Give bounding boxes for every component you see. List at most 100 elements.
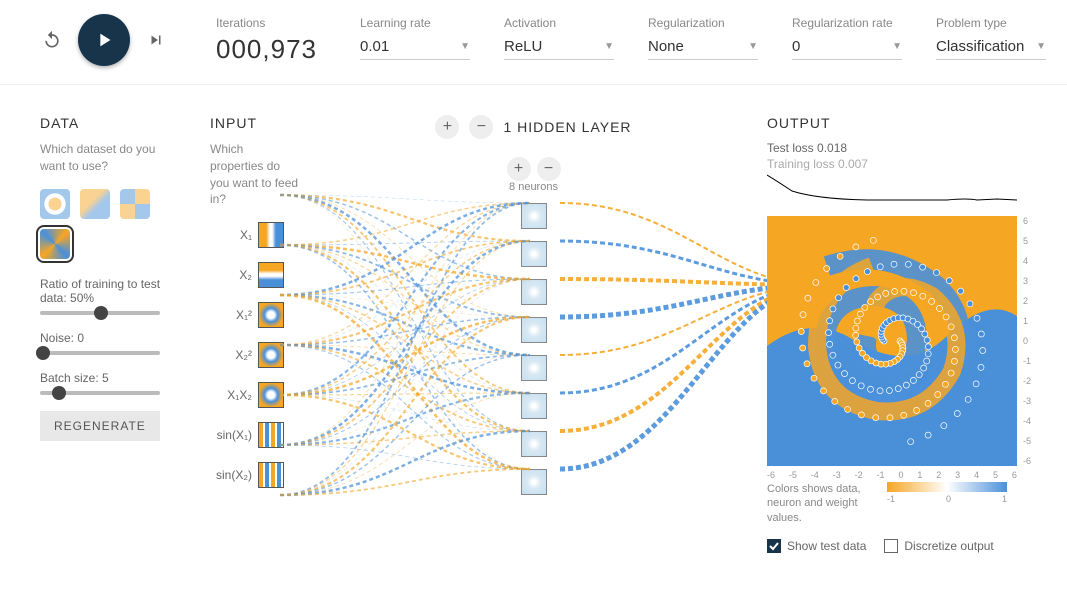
select[interactable]: ReLU▼ bbox=[504, 34, 614, 60]
tick: 3 bbox=[1023, 276, 1031, 286]
discretize-checkbox[interactable]: Discretize output bbox=[884, 539, 993, 553]
param-label: Regularization rate bbox=[792, 16, 902, 30]
reset-button[interactable] bbox=[40, 28, 64, 52]
feature-3[interactable]: X₂² bbox=[210, 342, 300, 368]
output-column: OUTPUT Test loss 0.018 Training loss 0.0… bbox=[767, 115, 1027, 553]
tick: 6 bbox=[1012, 470, 1017, 480]
neuron-6[interactable] bbox=[521, 431, 547, 457]
layers-text: 1 HIDDEN LAYER bbox=[503, 119, 631, 135]
neuron-3[interactable] bbox=[521, 317, 547, 343]
problem-type-select[interactable]: Problem type Classification▼ bbox=[936, 16, 1046, 65]
feature-1[interactable]: X₂ bbox=[210, 262, 300, 288]
add-layer-button[interactable]: + bbox=[435, 115, 459, 139]
top-controls: Iterations 000,973 Learning rate 0.01▼ A… bbox=[0, 0, 1067, 85]
x-axis-ticks: -6-5-4-3-2-10123456 bbox=[767, 470, 1017, 480]
feature-thumb bbox=[258, 262, 284, 288]
param-label: Activation bbox=[504, 16, 614, 30]
dataset-circle[interactable] bbox=[40, 189, 70, 219]
select-value: None bbox=[648, 38, 684, 55]
feature-thumb bbox=[258, 422, 284, 448]
learning-rate-select[interactable]: Learning rate 0.01▼ bbox=[360, 16, 470, 65]
gradient-bar bbox=[887, 482, 1007, 492]
neuron-1[interactable] bbox=[521, 241, 547, 267]
data-title: DATA bbox=[40, 115, 170, 131]
select[interactable]: None▼ bbox=[648, 34, 758, 60]
dataset-gauss[interactable] bbox=[80, 189, 110, 219]
neuron-0[interactable] bbox=[521, 203, 547, 229]
feature-4[interactable]: X₁X₂ bbox=[210, 382, 300, 408]
feature-6[interactable]: sin(X₂) bbox=[210, 462, 300, 488]
feature-0[interactable]: X₁ bbox=[210, 222, 300, 248]
select-value: Classification bbox=[936, 38, 1024, 55]
feature-thumb bbox=[258, 382, 284, 408]
neuron-5[interactable] bbox=[521, 393, 547, 419]
remove-neuron-button[interactable]: − bbox=[537, 157, 561, 181]
batch-slider[interactable] bbox=[40, 391, 160, 395]
feature-5[interactable]: sin(X₁) bbox=[210, 422, 300, 448]
select[interactable]: 0.01▼ bbox=[360, 34, 470, 60]
input-subtitle: Which properties do you want to feed in? bbox=[210, 141, 300, 208]
check-label: Discretize output bbox=[904, 539, 993, 553]
select[interactable]: Classification▼ bbox=[936, 34, 1046, 60]
play-icon bbox=[93, 29, 115, 51]
feature-list: X₁X₂X₁²X₂²X₁X₂sin(X₁)sin(X₂) bbox=[210, 222, 300, 488]
tick: 4 bbox=[1023, 256, 1031, 266]
tick: -3 bbox=[1023, 396, 1031, 406]
ratio-slider[interactable] bbox=[40, 311, 160, 315]
slider-thumb[interactable] bbox=[52, 386, 66, 400]
neuron-7[interactable] bbox=[521, 469, 547, 495]
feature-label: sin(X₂) bbox=[210, 468, 252, 482]
play-button[interactable] bbox=[78, 14, 130, 66]
chevron-down-icon: ▼ bbox=[892, 41, 902, 52]
tick: -1 bbox=[1023, 356, 1031, 366]
feature-2[interactable]: X₁² bbox=[210, 302, 300, 328]
training-loss: Training loss 0.007 bbox=[767, 157, 1027, 171]
slider-thumb[interactable] bbox=[94, 306, 108, 320]
tick: -4 bbox=[811, 470, 819, 480]
neurons-label: 8 neurons bbox=[340, 181, 727, 193]
remove-layer-button[interactable]: − bbox=[469, 115, 493, 139]
output-options: Show test data Discretize output bbox=[767, 539, 1027, 553]
neuron-4[interactable] bbox=[521, 355, 547, 381]
activation-select[interactable]: Activation ReLU▼ bbox=[504, 16, 614, 65]
batch-slider-block: Batch size: 5 bbox=[40, 371, 170, 395]
feature-thumb bbox=[258, 462, 284, 488]
feature-label: X₁ bbox=[210, 228, 252, 242]
checkbox-icon bbox=[767, 539, 781, 553]
step-button[interactable] bbox=[144, 28, 168, 52]
tick: -6 bbox=[767, 470, 775, 480]
feature-label: X₁X₂ bbox=[210, 388, 252, 402]
regularization-select[interactable]: Regularization None▼ bbox=[648, 16, 758, 65]
dataset-xor[interactable] bbox=[120, 189, 150, 219]
ratio-slider-block: Ratio of training to test data: 50% bbox=[40, 277, 170, 315]
input-title: INPUT bbox=[210, 115, 300, 131]
dataset-spiral[interactable] bbox=[40, 229, 70, 259]
param-label: Problem type bbox=[936, 16, 1046, 30]
ratio-label: Ratio of training to test data: 50% bbox=[40, 277, 170, 305]
noise-slider[interactable] bbox=[40, 351, 160, 355]
tick: 4 bbox=[974, 470, 979, 480]
tick: 2 bbox=[1023, 296, 1031, 306]
tick: 1 bbox=[917, 470, 922, 480]
select-value: 0.01 bbox=[360, 38, 389, 55]
add-neuron-button[interactable]: + bbox=[507, 157, 531, 181]
legend-gradient: -1 0 1 bbox=[887, 482, 1007, 504]
slider-thumb[interactable] bbox=[36, 346, 50, 360]
output-title: OUTPUT bbox=[767, 115, 1027, 131]
regenerate-button[interactable]: REGENERATE bbox=[40, 411, 160, 441]
feature-label: sin(X₁) bbox=[210, 428, 252, 442]
legend-mid: 0 bbox=[946, 494, 951, 504]
tick: 1 bbox=[1023, 316, 1031, 326]
feature-thumb bbox=[258, 222, 284, 248]
tick: 0 bbox=[1023, 336, 1031, 346]
feature-label: X₁² bbox=[210, 308, 252, 322]
param-label: Learning rate bbox=[360, 16, 470, 30]
regularization-rate-select[interactable]: Regularization rate 0▼ bbox=[792, 16, 902, 65]
data-subtitle: Which dataset do you want to use? bbox=[40, 141, 170, 175]
neuron-2[interactable] bbox=[521, 279, 547, 305]
color-legend: Colors shows data, neuron and weight val… bbox=[767, 482, 1027, 525]
select[interactable]: 0▼ bbox=[792, 34, 902, 60]
show-test-checkbox[interactable]: Show test data bbox=[767, 539, 866, 553]
tick: -3 bbox=[833, 470, 841, 480]
output-heatmap: -6-5-4-3-2-10123456 -6-5-4-3-2-10123456 bbox=[767, 216, 1017, 466]
